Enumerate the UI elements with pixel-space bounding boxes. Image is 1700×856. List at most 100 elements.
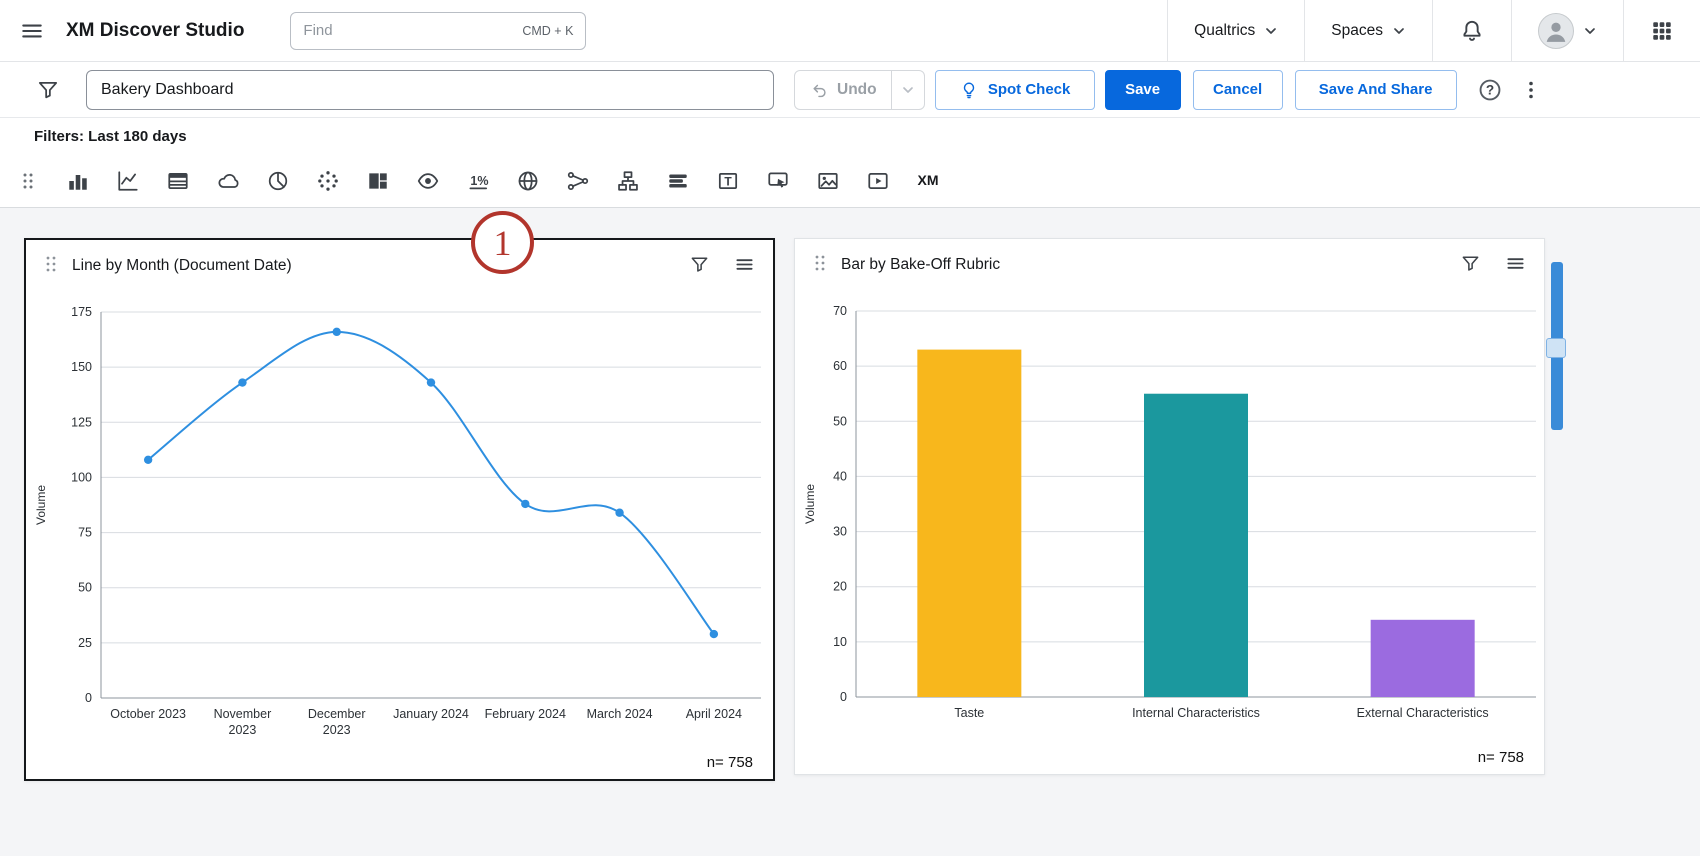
- apps-menu[interactable]: [1623, 0, 1700, 62]
- undo-history-button[interactable]: [892, 71, 924, 109]
- spaces-menu-label: Spaces: [1331, 22, 1383, 40]
- svg-text:T: T: [724, 174, 732, 188]
- svg-text:30: 30: [833, 525, 847, 539]
- kebab-menu-icon: [1520, 79, 1542, 101]
- search-input[interactable]: [303, 22, 514, 39]
- global-search[interactable]: CMD + K: [290, 12, 586, 50]
- undo-label: Undo: [837, 81, 877, 99]
- filters-summary: Filters: Last 180 days: [34, 128, 187, 145]
- svg-text:20: 20: [833, 580, 847, 594]
- bell-icon: [1459, 18, 1485, 44]
- svg-text:0: 0: [840, 690, 847, 704]
- undo-group: Undo: [794, 70, 925, 110]
- image-icon[interactable]: [814, 167, 842, 195]
- main-menu-button[interactable]: [16, 15, 48, 47]
- svg-text:75: 75: [78, 526, 92, 540]
- svg-text:10: 10: [833, 635, 847, 649]
- notifications-button[interactable]: [1432, 0, 1511, 62]
- svg-text:60: 60: [833, 359, 847, 373]
- chevron-down-icon: [1583, 24, 1597, 38]
- line-chart-widget[interactable]: Line by Month (Document Date) 0255075100…: [24, 238, 775, 781]
- widget-header: Line by Month (Document Date): [26, 240, 773, 292]
- metric-icon[interactable]: 1%: [464, 167, 492, 195]
- bar-chart-widget[interactable]: Bar by Bake-Off Rubric 010203040506070Vo…: [794, 238, 1545, 775]
- video-icon[interactable]: [864, 167, 892, 195]
- hamburger-icon: [20, 19, 44, 43]
- widget-menu-icon: [1505, 253, 1526, 274]
- line-chart-icon[interactable]: [114, 167, 142, 195]
- pie-chart-icon[interactable]: [264, 167, 292, 195]
- widget-drag-handle-icon[interactable]: [813, 253, 827, 278]
- network-icon[interactable]: [564, 167, 592, 195]
- sample-size-label: n= 758: [707, 754, 753, 771]
- widget-filter-button[interactable]: [689, 254, 710, 278]
- svg-text:February 2024: February 2024: [485, 707, 566, 721]
- svg-text:125: 125: [71, 415, 92, 429]
- text-box-icon[interactable]: T: [714, 167, 742, 195]
- word-cloud-icon[interactable]: [214, 167, 242, 195]
- filter-funnel-icon: [36, 78, 60, 102]
- dashboard-name-input[interactable]: [86, 70, 774, 110]
- qualtrics-menu[interactable]: Qualtrics: [1167, 0, 1304, 62]
- widget-menu-button[interactable]: [1505, 253, 1526, 277]
- svg-text:External Characteristics: External Characteristics: [1357, 706, 1489, 720]
- chevron-down-icon: [901, 83, 915, 97]
- bar-chart: 010203040506070VolumeTasteInternal Chara…: [798, 291, 1542, 746]
- hierarchy-icon[interactable]: [614, 167, 642, 195]
- app-title: XM Discover Studio: [66, 20, 244, 42]
- save-button[interactable]: Save: [1105, 70, 1181, 110]
- svg-text:1%: 1%: [470, 173, 488, 187]
- filter-funnel-icon: [689, 254, 710, 275]
- svg-text:October 2023: October 2023: [110, 707, 186, 721]
- cancel-button[interactable]: Cancel: [1193, 70, 1283, 110]
- svg-text:Volume: Volume: [803, 484, 817, 524]
- scrollbar-notch[interactable]: [1546, 338, 1566, 358]
- apps-grid-icon: [1650, 19, 1674, 43]
- svg-text:December2023: December2023: [308, 707, 366, 737]
- undo-button[interactable]: Undo: [795, 71, 891, 109]
- toolbar-drag-handle-icon[interactable]: [14, 167, 42, 195]
- svg-text:March 2024: March 2024: [587, 707, 653, 721]
- edit-bar: Undo Spot Check Save Cancel Save And Sha…: [0, 62, 1700, 118]
- stacked-bars-icon[interactable]: [664, 167, 692, 195]
- world-map-icon[interactable]: [514, 167, 542, 195]
- svg-text:?: ?: [1485, 82, 1493, 97]
- svg-text:Internal Characteristics: Internal Characteristics: [1132, 706, 1260, 720]
- help-icon: ?: [1477, 77, 1503, 103]
- svg-text:175: 175: [71, 305, 92, 319]
- filters-bar: Filters: Last 180 days: [0, 118, 1700, 154]
- save-and-share-button[interactable]: Save And Share: [1295, 70, 1457, 110]
- svg-text:40: 40: [833, 469, 847, 483]
- undo-icon: [809, 80, 829, 100]
- widget-filter-button[interactable]: [1460, 253, 1481, 277]
- dashboard-canvas: Line by Month (Document Date) 0255075100…: [0, 208, 1700, 856]
- spot-check-button[interactable]: Spot Check: [935, 70, 1095, 110]
- widget-menu-button[interactable]: [734, 254, 755, 278]
- label-callout-icon[interactable]: [764, 167, 792, 195]
- svg-text:150: 150: [71, 360, 92, 374]
- widget-drag-handle-icon[interactable]: [44, 254, 58, 279]
- spaces-menu[interactable]: Spaces: [1304, 0, 1432, 62]
- bar-chart-icon[interactable]: [64, 167, 92, 195]
- account-menu[interactable]: [1511, 0, 1623, 62]
- more-options-button[interactable]: [1517, 75, 1545, 105]
- table-icon[interactable]: [164, 167, 192, 195]
- topbar-right: Qualtrics Spaces: [1167, 0, 1700, 62]
- person-icon: [1541, 16, 1571, 46]
- sample-size-label: n= 758: [1478, 749, 1524, 766]
- scatter-icon[interactable]: [314, 167, 342, 195]
- svg-text:XM: XM: [918, 172, 939, 188]
- line-chart: 0255075100125150175VolumeOctober 2023Nov…: [29, 292, 771, 747]
- search-shortcut-hint: CMD + K: [522, 24, 573, 38]
- xm-logo-icon[interactable]: XM: [914, 167, 942, 195]
- chevron-down-icon: [1392, 24, 1406, 38]
- svg-text:January 2024: January 2024: [393, 707, 469, 721]
- svg-text:70: 70: [833, 304, 847, 318]
- svg-text:25: 25: [78, 636, 92, 650]
- treemap-icon[interactable]: [364, 167, 392, 195]
- help-button[interactable]: ?: [1475, 75, 1505, 105]
- preview-eye-icon[interactable]: [414, 167, 442, 195]
- widget-title: Line by Month (Document Date): [72, 257, 292, 275]
- spot-check-label: Spot Check: [988, 81, 1071, 98]
- dashboard-filter-button[interactable]: [34, 76, 62, 104]
